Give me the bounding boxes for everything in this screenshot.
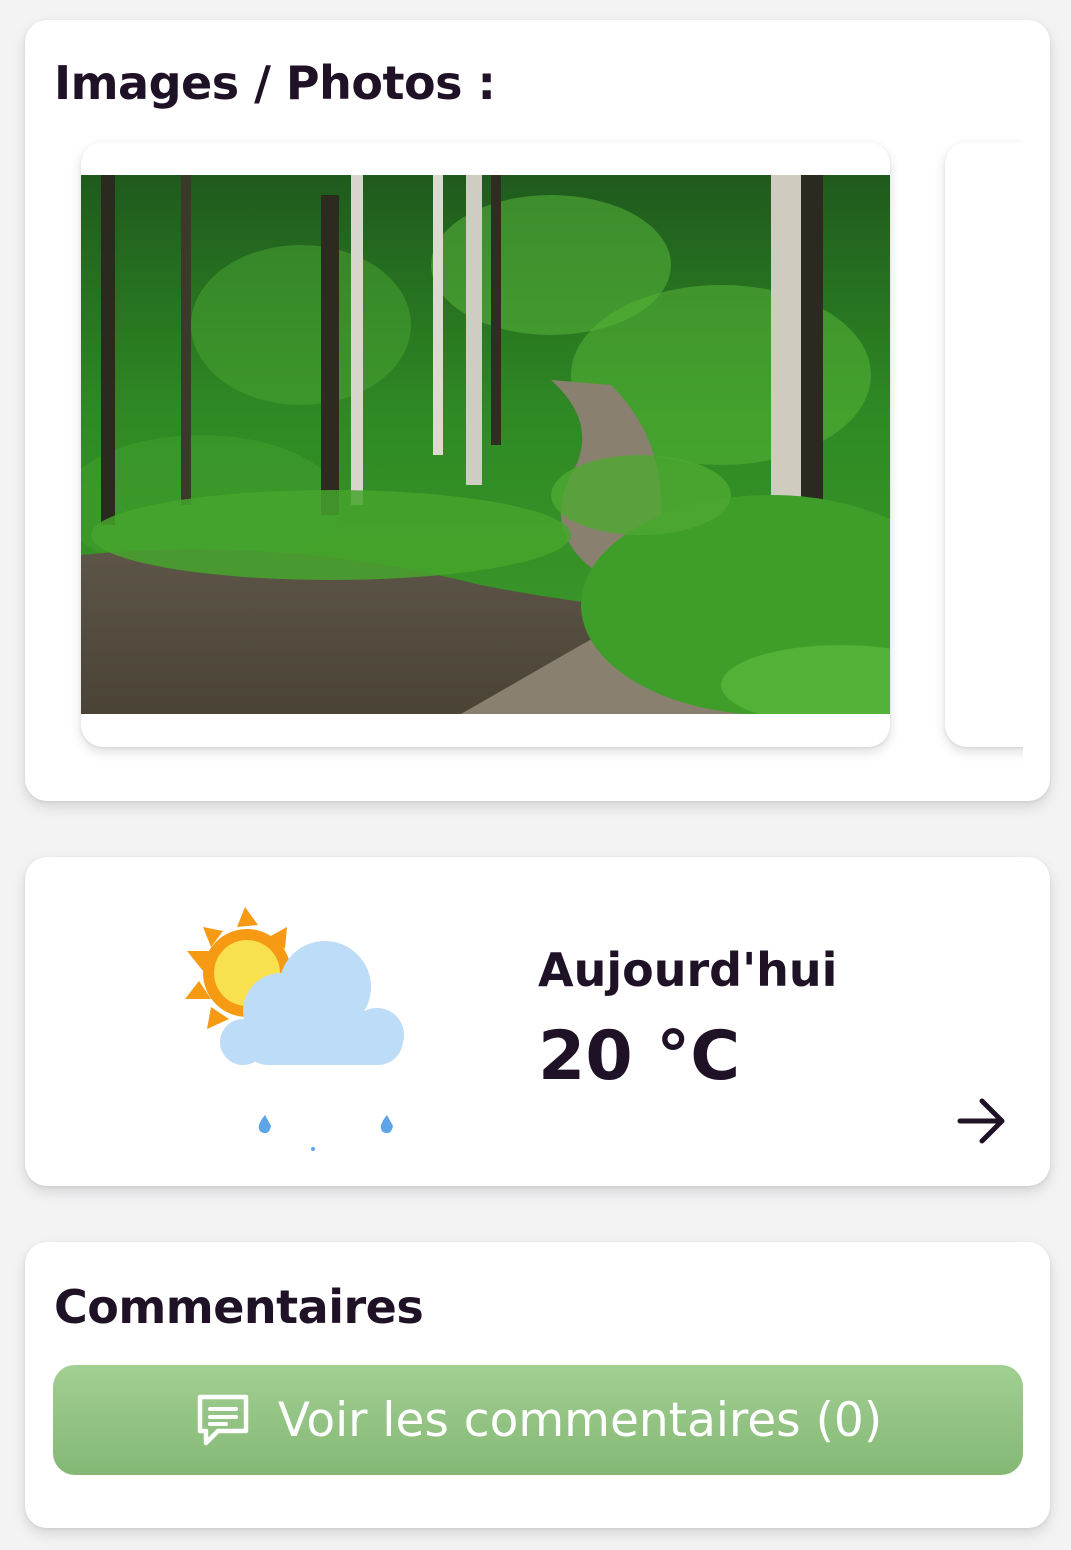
- photo-carousel[interactable]: [25, 120, 1023, 800]
- photo-card-forest-path[interactable]: [81, 142, 890, 747]
- sun-behind-rain-cloud-icon: [185, 907, 404, 1151]
- photo-card-next[interactable]: [945, 142, 1023, 747]
- comments-section-title: Commentaires: [54, 1280, 424, 1334]
- view-comments-button[interactable]: Voir les commentaires (0): [53, 1365, 1023, 1475]
- weather-details-arrow-icon[interactable]: [950, 1089, 1014, 1153]
- weather-card[interactable]: Aujourd'hui 20 °C: [25, 857, 1050, 1186]
- weather-day-label: Aujourd'hui: [538, 943, 838, 997]
- comment-icon: [197, 1394, 249, 1446]
- photos-section-title: Images / Photos :: [54, 56, 496, 110]
- comments-card: Commentaires Voir les commentaires (0): [25, 1242, 1050, 1528]
- photos-card: Images / Photos :: [25, 20, 1050, 801]
- view-comments-label: Voir les commentaires (0): [277, 1392, 883, 1448]
- forest-path-photo: [81, 175, 890, 714]
- weather-temperature: 20 °C: [538, 1017, 741, 1096]
